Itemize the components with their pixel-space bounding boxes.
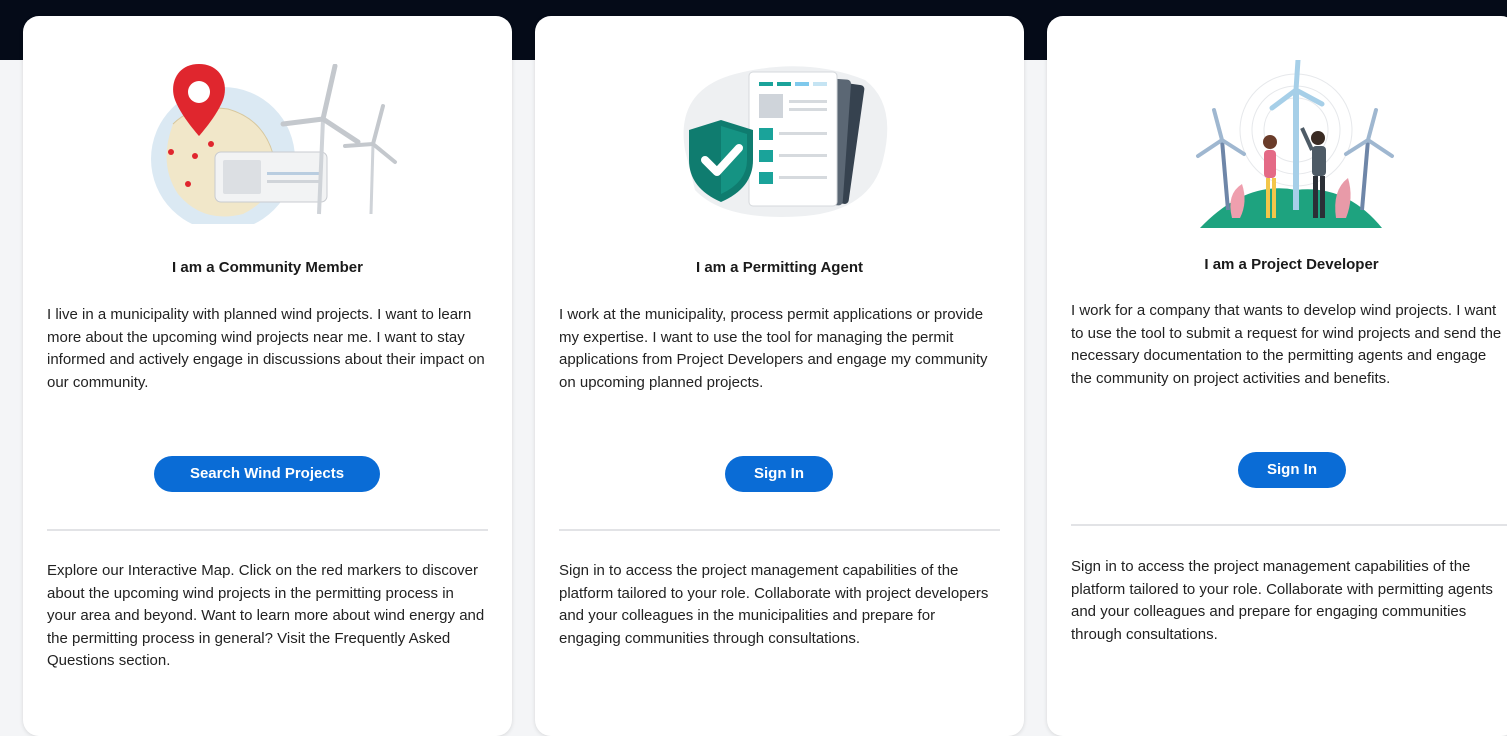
sign-in-button[interactable]: Sign In [725, 456, 833, 492]
people-wind-turbines-illustration [1196, 60, 1394, 228]
shield-checklist-documents-illustration [683, 66, 887, 217]
divider [559, 529, 1000, 531]
card-footer-text: Sign in to access the project management… [559, 562, 989, 647]
divider [1071, 524, 1507, 526]
card-title: I am a Permitting Agent [696, 259, 863, 276]
divider [47, 529, 488, 531]
card-title: I am a Project Developer [1204, 256, 1379, 273]
map-pin-wind-turbines-illustration [150, 64, 397, 224]
project-developer-card: I am a Project Developer I work for a co… [1047, 16, 1507, 736]
card-description: I work at the municipality, process perm… [559, 306, 988, 391]
community-member-card: I am a Community Member I live in a muni… [23, 16, 512, 736]
card-title: I am a Community Member [172, 259, 363, 276]
permitting-agent-card: I am a Permitting Agent I work at the mu… [535, 16, 1024, 736]
card-footer-text: Explore our Interactive Map. Click on th… [47, 562, 485, 669]
card-footer-text: Sign in to access the project management… [1071, 558, 1493, 643]
card-description: I work for a company that wants to devel… [1071, 302, 1502, 387]
card-description: I live in a municipality with planned wi… [47, 306, 485, 391]
search-wind-projects-button[interactable]: Search Wind Projects [154, 456, 380, 492]
sign-in-button[interactable]: Sign In [1238, 452, 1346, 488]
